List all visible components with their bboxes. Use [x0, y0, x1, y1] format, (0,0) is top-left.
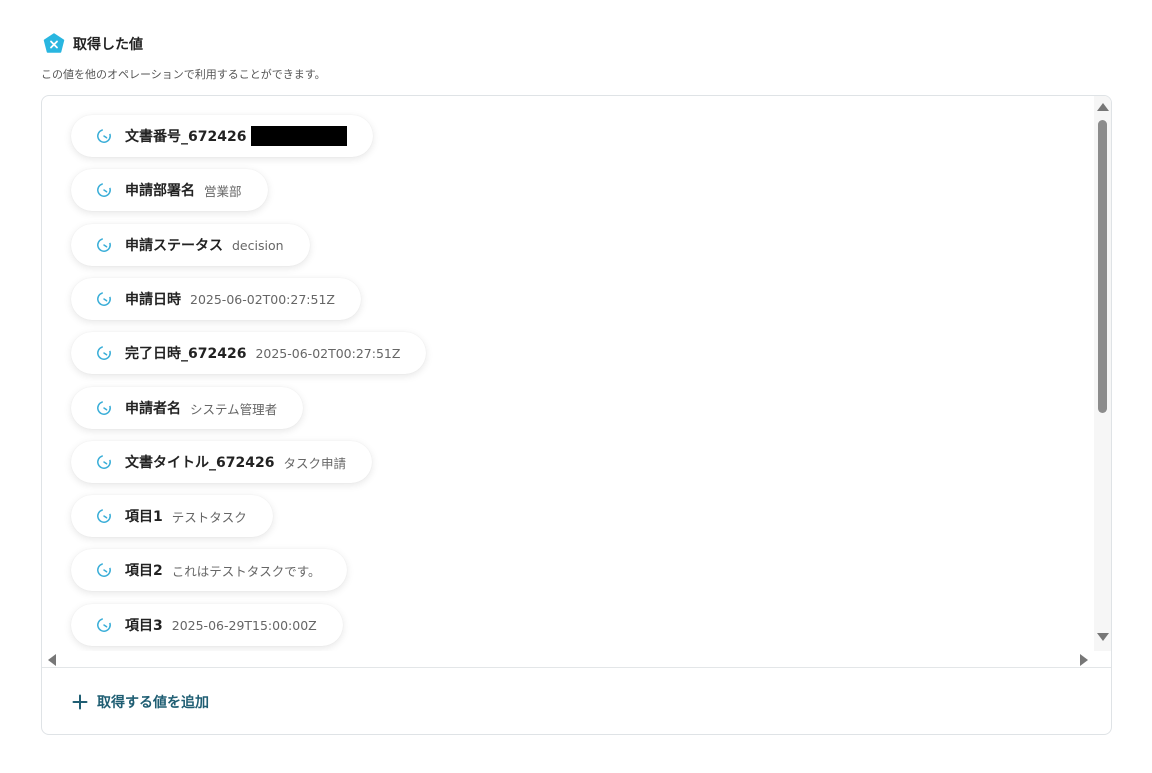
scroll-right-arrow-icon[interactable] [1080, 654, 1088, 666]
value-item[interactable]: 完了日時_672426 2025-06-02T00:27:51Z [71, 332, 427, 374]
value-item[interactable]: 文書番号_672426 [71, 115, 374, 157]
clock-icon [96, 454, 112, 470]
section-title: 取得した値 [73, 37, 143, 53]
scroll-down-arrow-icon[interactable] [1097, 633, 1109, 641]
scroll-left-arrow-icon[interactable] [48, 654, 56, 666]
clock-icon [96, 345, 112, 361]
clock-icon [96, 400, 112, 416]
value-item[interactable]: 申請ステータス decision [71, 224, 310, 266]
value-item-value: decision [232, 237, 284, 253]
clock-icon [96, 182, 112, 198]
value-item-label: 申請部署名 [125, 183, 195, 199]
value-item[interactable]: 申請日時 2025-06-02T00:27:51Z [71, 278, 361, 320]
divider [42, 667, 1111, 668]
value-item-value: 2025-06-02T00:27:51Z [190, 291, 335, 307]
value-item[interactable]: 文書タイトル_672426 タスク申請 [71, 441, 372, 483]
value-item[interactable]: 項目1 テストタスク [71, 495, 273, 537]
clock-icon [96, 617, 112, 633]
add-value-button[interactable]: 取得する値を追加 [72, 690, 209, 714]
value-item-label: 文書タイトル_672426 [125, 455, 275, 471]
value-item-label: 完了日時_672426 [125, 346, 247, 362]
value-item[interactable]: 申請部署名 営業部 [71, 169, 268, 211]
clock-icon [96, 128, 112, 144]
value-item-value: これはテストタスクです。 [171, 563, 321, 579]
value-item-label: 項目3 [125, 618, 163, 634]
value-item-value: システム管理者 [190, 401, 278, 417]
clock-icon [96, 508, 112, 524]
section-header: 取得した値 [43, 33, 143, 55]
add-value-label: 取得する値を追加 [97, 695, 209, 711]
scroll-up-arrow-icon[interactable] [1097, 103, 1109, 111]
plus-icon [72, 694, 88, 710]
value-item-value: 営業部 [204, 183, 242, 199]
values-panel: 文書番号_672426 申請部署名 営業部申請ステータス decision 申請日時 20… [41, 95, 1112, 735]
horizontal-scrollbar[interactable] [42, 651, 1094, 667]
value-item[interactable]: 項目3 2025-06-29T15:00:00Z [71, 604, 343, 646]
value-item-label: 文書番号_672426 [125, 129, 247, 145]
redacted-value [251, 126, 348, 146]
values-scroll-area[interactable]: 文書番号_672426 申請部署名 営業部申請ステータス decision 申請日時 20… [42, 96, 1111, 667]
x-badge-icon [43, 33, 65, 55]
value-item-label: 項目2 [125, 563, 163, 579]
section-description: この値を他のオペレーションで利用することができます。 [41, 68, 326, 81]
value-item-value: 2025-06-29T15:00:00Z [171, 617, 317, 633]
value-item-label: 項目1 [125, 509, 163, 525]
value-item-value: テストタスク [171, 509, 247, 525]
clock-icon [96, 562, 112, 578]
value-item[interactable]: 申請者名 システム管理者 [71, 387, 304, 429]
value-item-label: 申請者名 [125, 401, 181, 417]
value-item[interactable]: 項目2 これはテストタスクです。 [71, 549, 347, 591]
clock-icon [96, 291, 112, 307]
value-item-value: 2025-06-02T00:27:51Z [255, 345, 401, 361]
vertical-scrollbar-thumb[interactable] [1098, 120, 1107, 413]
value-item-label: 申請日時 [125, 292, 181, 308]
value-item-label: 申請ステータス [125, 238, 223, 254]
value-item-value: タスク申請 [283, 455, 346, 471]
clock-icon [96, 237, 112, 253]
vertical-scrollbar[interactable] [1094, 96, 1111, 651]
